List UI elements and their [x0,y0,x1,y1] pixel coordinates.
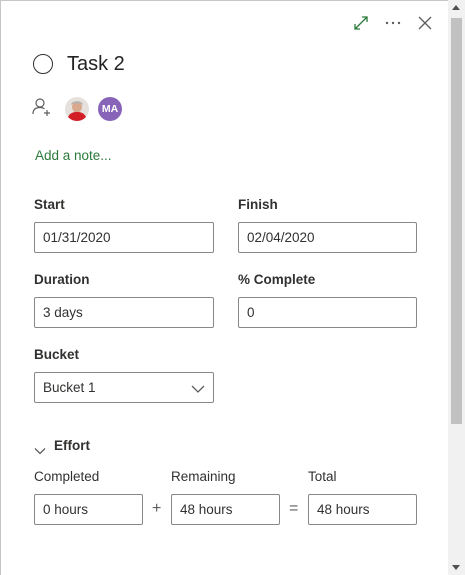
total-hours-field[interactable]: 48 hours [308,494,417,525]
remaining-label: Remaining [171,469,236,484]
finish-label: Finish [238,197,278,212]
start-date-field[interactable]: 01/31/2020 [34,222,214,253]
chevron-down-icon [191,382,205,397]
assign-person-icon[interactable] [32,97,52,117]
start-label: Start [34,197,65,212]
avatar[interactable]: MA [98,97,122,121]
collapse-chevron-icon[interactable] [34,442,46,460]
avatar[interactable] [65,97,89,121]
completed-label: Completed [34,469,100,484]
scrollbar-thumb[interactable] [451,18,462,424]
task-status-circle[interactable] [33,54,53,74]
percent-complete-field[interactable]: 0 [238,297,417,328]
duration-value: 3 days [43,305,83,320]
percent-complete-label: % Complete [238,272,316,287]
completed-hours-value: 0 hours [43,502,89,517]
bucket-dropdown[interactable]: Bucket 1 [34,372,214,403]
finish-date-value: 02/04/2020 [247,230,315,245]
vertical-scrollbar[interactable] [448,0,465,575]
total-label: Total [308,469,337,484]
equals-sign: = [289,500,299,517]
total-hours-value: 48 hours [317,502,370,517]
task-details-panel: Task 2 MA Add a note... Start 01/31/2020… [0,0,448,575]
expand-icon[interactable] [351,13,371,33]
finish-date-field[interactable]: 02/04/2020 [238,222,417,253]
scroll-up-icon[interactable] [452,5,460,10]
task-title[interactable]: Task 2 [67,53,125,76]
start-date-value: 01/31/2020 [43,230,111,245]
scroll-down-icon[interactable] [452,565,460,570]
bucket-label: Bucket [34,347,80,362]
effort-section-label[interactable]: Effort [54,438,90,453]
percent-complete-value: 0 [247,305,255,320]
completed-hours-field[interactable]: 0 hours [34,494,143,525]
bucket-selected-value: Bucket 1 [43,380,96,395]
close-icon[interactable] [415,13,435,33]
duration-field[interactable]: 3 days [34,297,214,328]
remaining-hours-value: 48 hours [180,502,233,517]
more-icon[interactable] [383,13,403,33]
add-note-link[interactable]: Add a note... [35,148,112,163]
duration-label: Duration [34,272,90,287]
plus-sign: + [152,500,162,517]
remaining-hours-field[interactable]: 48 hours [171,494,280,525]
